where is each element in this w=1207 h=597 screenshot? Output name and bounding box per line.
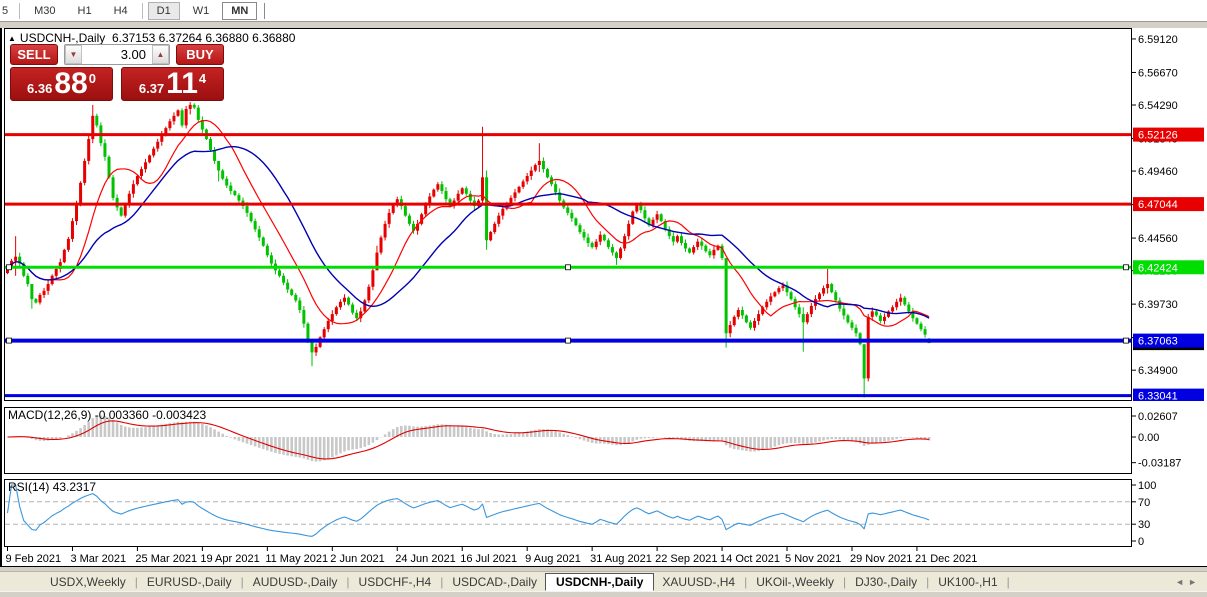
toolbar-separator	[264, 3, 265, 19]
chart-ohlc-readout: 6.37153 6.37264 6.36880 6.36880	[112, 31, 296, 45]
svg-text:6.59120: 6.59120	[1138, 34, 1178, 46]
timeframe-button-m30[interactable]: M30	[25, 2, 64, 20]
status-strip	[0, 591, 1207, 597]
svg-text:2 Jun 2021: 2 Jun 2021	[330, 553, 384, 565]
chart-title: ▲USDCNH-,Daily 6.37153 6.37264 6.36880 6…	[8, 31, 295, 45]
sell-price-major: 6.36	[27, 81, 52, 96]
tab-usdcnh-daily[interactable]: USDCNH-,Daily	[545, 573, 654, 591]
svg-text:16 Jul 2021: 16 Jul 2021	[460, 553, 517, 565]
svg-text:9 Feb 2021: 9 Feb 2021	[6, 553, 62, 565]
svg-text:6.42424: 6.42424	[1138, 262, 1178, 274]
svg-text:19 Apr 2021: 19 Apr 2021	[200, 553, 259, 565]
svg-text:6.52126: 6.52126	[1138, 130, 1178, 142]
line-handle	[7, 265, 12, 270]
svg-text:70: 70	[1138, 497, 1150, 509]
volume-input[interactable]: 3.00	[82, 45, 152, 64]
timeframe-button-h4[interactable]: H4	[105, 2, 137, 20]
svg-text:21 Dec 2021: 21 Dec 2021	[915, 553, 977, 565]
svg-text:14 Oct 2021: 14 Oct 2021	[720, 553, 780, 565]
sell-price-pips: 88	[54, 69, 87, 99]
svg-text:6.56670: 6.56670	[1138, 67, 1178, 79]
svg-text:6.33041: 6.33041	[1138, 391, 1178, 401]
tab-separator: |	[1006, 575, 1011, 589]
volume-decrease-icon[interactable]: ▼	[65, 45, 82, 64]
sell-price-button[interactable]: 6.36 88 0	[10, 67, 113, 101]
tab-eurusd-daily[interactable]: EURUSD-,Daily	[139, 574, 240, 590]
timeframe-button-h1[interactable]: H1	[69, 2, 101, 20]
sell-price-point: 0	[89, 71, 96, 86]
macd-value-signal: -0.003423	[152, 408, 206, 422]
timeframe-toolbar: 5 M30 H1 H4 D1 W1 MN	[0, 0, 1207, 22]
svg-text:30: 30	[1138, 519, 1150, 531]
tab-usdx-weekly[interactable]: USDX,Weekly	[42, 574, 134, 590]
sell-button[interactable]: SELL	[10, 44, 58, 65]
svg-text:0: 0	[1138, 536, 1144, 547]
chart-window: 6.591206.566706.542906.518406.494606.470…	[0, 28, 1207, 567]
rsi-canvas[interactable]: 100 70 30 0	[2, 479, 1207, 547]
buy-button[interactable]: BUY	[176, 44, 224, 65]
tab-uk100-h1[interactable]: UK100-,H1	[930, 574, 1005, 590]
volume-increase-icon[interactable]: ▲	[152, 45, 169, 64]
macd-value-main: -0.003360	[95, 408, 149, 422]
buy-price-button[interactable]: 6.37 11 4	[121, 67, 224, 101]
tab-usdcad-daily[interactable]: USDCAD-,Daily	[444, 574, 545, 590]
svg-text:6.39730: 6.39730	[1138, 299, 1178, 311]
tab-scroll-arrows[interactable]: ◄►	[1175, 577, 1201, 587]
line-handle	[1124, 265, 1129, 270]
rsi-value: 43.2317	[53, 480, 96, 494]
timeframe-button-w1[interactable]: W1	[184, 2, 219, 20]
svg-text:5 Nov 2021: 5 Nov 2021	[785, 553, 841, 565]
toolbar-separator	[142, 3, 143, 19]
tab-xauusd-h4[interactable]: XAUUSD-,H4	[654, 574, 743, 590]
svg-text:24 Jun 2021: 24 Jun 2021	[395, 553, 456, 565]
buy-price-pips: 11	[166, 69, 198, 99]
timeframe-button-mn[interactable]: MN	[222, 2, 257, 20]
rsi-header: RSI(14) 43.2317	[8, 480, 96, 494]
svg-text:9 Aug 2021: 9 Aug 2021	[525, 553, 581, 565]
line-handle	[566, 338, 571, 343]
volume-spinner: ▼ 3.00 ▲	[64, 44, 170, 65]
tab-dj30-daily[interactable]: DJ30-,Daily	[847, 574, 925, 590]
buy-price-major: 6.37	[139, 81, 164, 96]
tab-audusd-daily[interactable]: AUDUSD-,Daily	[245, 574, 346, 590]
svg-text:0.02607: 0.02607	[1138, 411, 1178, 423]
mt4-terminal: 5 M30 H1 H4 D1 W1 MN 6.59120 6.56670 6.542…	[0, 0, 1207, 597]
svg-text:6.44560: 6.44560	[1138, 233, 1178, 245]
timeframe-button-d1[interactable]: D1	[148, 2, 180, 20]
svg-text:100: 100	[1138, 480, 1156, 492]
chart-tabbar: USDX,Weekly| EURUSD-,Daily| AUDUSD-,Dail…	[0, 571, 1207, 591]
rsi-pane: 100 70 30 0 RSI(14) 43.2317	[2, 479, 1207, 547]
buy-price-point: 4	[199, 71, 206, 86]
svg-text:11 May 2021: 11 May 2021	[265, 553, 328, 565]
tab-usdchf-h4[interactable]: USDCHF-,H4	[351, 574, 440, 590]
svg-text:3 Mar 2021: 3 Mar 2021	[70, 553, 126, 565]
svg-text:6.37063: 6.37063	[1138, 336, 1178, 348]
time-axis[interactable]: 9 Feb 2021 3 Mar 2021 25 Mar 202119 Apr 20…	[2, 547, 1207, 567]
tab-ukoil-weekly[interactable]: UKOil-,Weekly	[748, 574, 842, 590]
macd-header: MACD(12,26,9) -0.003360 -0.003423	[8, 408, 206, 422]
main-price-pane: 6.591206.566706.542906.518406.494606.470…	[2, 28, 1207, 401]
svg-text:-0.03187: -0.03187	[1138, 458, 1181, 470]
svg-text:6.54290: 6.54290	[1138, 100, 1178, 112]
macd-pane: 0.02607 0.00 -0.03187 MACD(12,26,9) -0.003…	[2, 407, 1207, 474]
svg-text:6.49460: 6.49460	[1138, 166, 1178, 178]
line-handle	[7, 338, 12, 343]
timeframe-button-m5[interactable]: 5	[0, 2, 14, 20]
svg-text:31 Aug 2021: 31 Aug 2021	[590, 553, 652, 565]
svg-text:0.00: 0.00	[1138, 432, 1159, 444]
svg-text:25 Mar 2021: 25 Mar 2021	[135, 553, 197, 565]
line-handle	[566, 265, 571, 270]
collapse-triangle-icon[interactable]: ▲	[8, 34, 16, 43]
one-click-trading-panel: SELL ▼ 3.00 ▲ BUY 6.36 88 0 6.37	[10, 44, 224, 101]
svg-text:22 Sep 2021: 22 Sep 2021	[655, 553, 717, 565]
svg-text:29 Nov 2021: 29 Nov 2021	[850, 553, 912, 565]
line-handle	[1124, 338, 1129, 343]
svg-text:6.47044: 6.47044	[1138, 199, 1178, 211]
toolbar-separator	[19, 3, 20, 19]
svg-text:6.34900: 6.34900	[1138, 365, 1178, 377]
